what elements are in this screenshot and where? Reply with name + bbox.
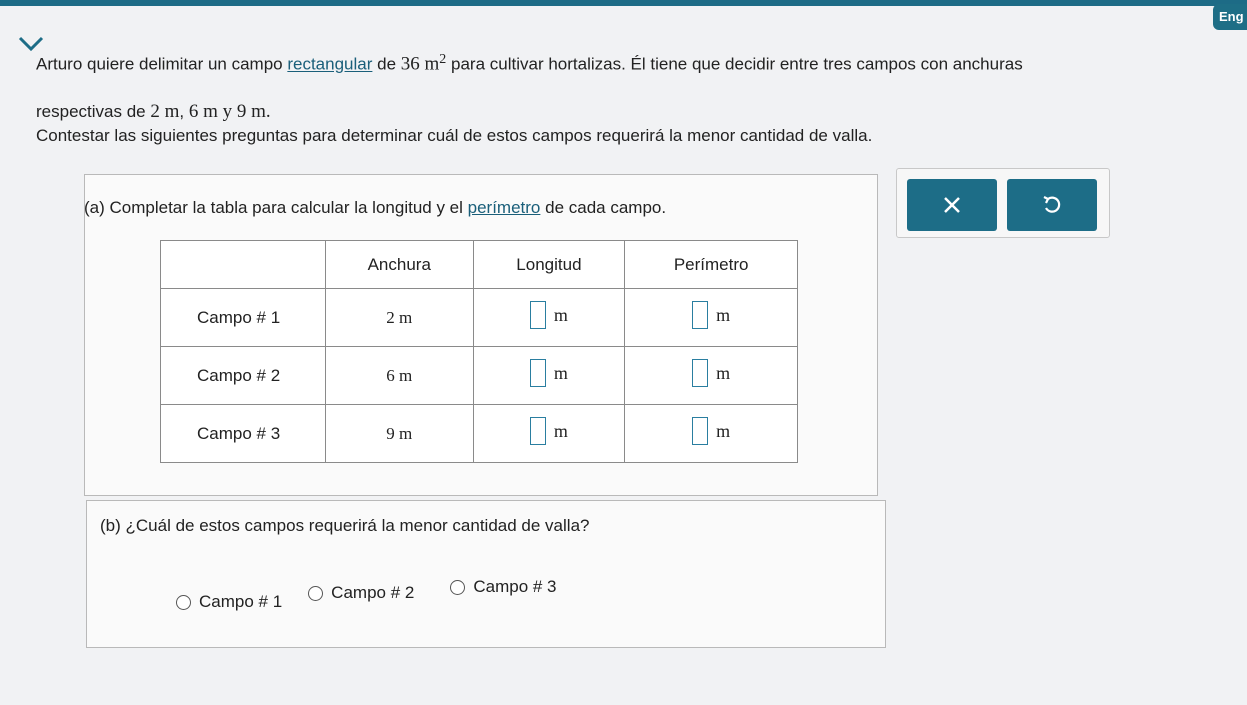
answer-toolbar <box>896 168 1110 238</box>
length-cell: m <box>472 404 626 463</box>
option-campo-1[interactable]: Campo # 1 <box>176 592 282 612</box>
option-campo-2[interactable]: Campo # 2 <box>308 574 414 612</box>
perimeter-input-3[interactable] <box>692 417 709 445</box>
table-row: Campo # 2 6 m m m <box>160 346 798 405</box>
option-campo-3[interactable]: Campo # 3 <box>450 562 557 612</box>
width-value: 2 m <box>325 288 474 347</box>
clear-button[interactable] <box>907 179 997 231</box>
row-label: Campo # 1 <box>160 288 326 347</box>
radio-button[interactable] <box>450 579 466 595</box>
header-perimetro: Perímetro <box>624 240 798 289</box>
fields-table: Anchura Longitud Perímetro Campo # 1 2 m… <box>160 240 798 463</box>
problem-statement-line1: Arturo quiere delimitar un campo rectang… <box>36 52 1023 75</box>
empty-header <box>160 240 326 289</box>
length-input-1[interactable] <box>529 301 546 329</box>
table-row: Campo # 1 2 m m m <box>160 288 798 347</box>
table-header-row: Anchura Longitud Perímetro <box>160 240 798 289</box>
top-accent-bar <box>0 0 1247 6</box>
header-anchura: Anchura <box>325 240 474 289</box>
close-icon <box>944 197 960 213</box>
radio-button[interactable] <box>176 594 191 610</box>
length-input-2[interactable] <box>529 359 546 387</box>
length-cell: m <box>472 288 626 347</box>
length-cell: m <box>472 346 626 405</box>
header-longitud: Longitud <box>472 240 626 289</box>
radio-button[interactable] <box>308 585 324 601</box>
perimeter-cell: m <box>624 288 798 347</box>
perimeter-cell: m <box>624 404 798 463</box>
part-b-options: Campo # 1 Campo # 2 Campo # 3 <box>176 562 557 612</box>
rectangular-link[interactable]: rectangular <box>287 55 372 74</box>
problem-statement-line2: respectivas de 2 m, 6 m y 9 m. <box>36 101 271 122</box>
row-label: Campo # 3 <box>160 404 326 463</box>
perimeter-input-1[interactable] <box>692 301 709 329</box>
perimeter-cell: m <box>624 346 798 405</box>
area-value: 36 m <box>400 53 440 75</box>
language-badge[interactable]: Eng <box>1213 4 1247 30</box>
undo-icon <box>1043 196 1061 213</box>
part-b-question: (b) ¿Cuál de estos campos requerirá la m… <box>100 516 590 535</box>
instructions: Contestar las siguientes preguntas para … <box>36 126 873 145</box>
table-row: Campo # 3 9 m m m <box>160 404 798 463</box>
perimeter-input-2[interactable] <box>692 359 709 387</box>
length-input-3[interactable] <box>529 417 546 445</box>
undo-button[interactable] <box>1007 179 1097 231</box>
width-value: 6 m <box>325 346 474 405</box>
width-value: 9 m <box>325 404 474 463</box>
perimeter-link[interactable]: perímetro <box>468 198 541 217</box>
part-a-prompt: (a) Completar la tabla para calcular la … <box>84 198 667 217</box>
row-label: Campo # 2 <box>160 346 326 405</box>
